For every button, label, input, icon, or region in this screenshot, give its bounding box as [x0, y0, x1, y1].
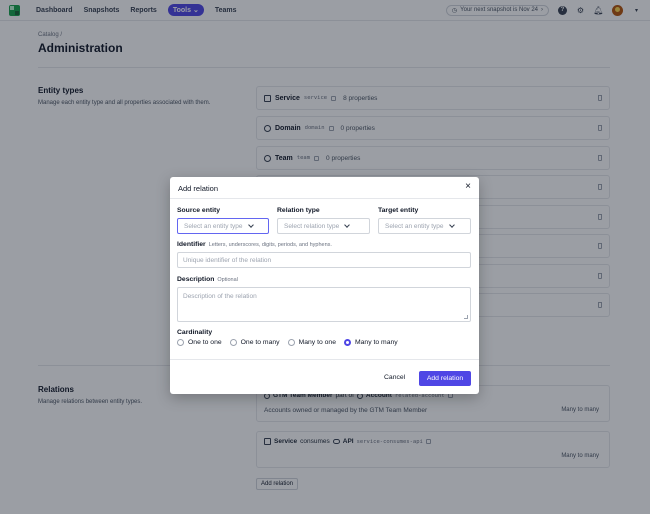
identifier-input[interactable]: Unique identifier of the relation [177, 252, 471, 268]
cardinality-radio-group: One to one One to many Many to one Many … [177, 339, 398, 346]
identifier-label: Identifier Letters, underscores, digits, … [177, 241, 332, 248]
target-entity-select[interactable]: Select an entity type [378, 218, 471, 234]
description-label-text: Description [177, 276, 215, 283]
radio-label: Many to many [354, 339, 398, 346]
source-entity-select[interactable]: Select an entity type [177, 218, 269, 234]
relation-type-select[interactable]: Select relation type [277, 218, 370, 234]
modal-divider [170, 198, 479, 199]
target-entity-label: Target entity [378, 207, 419, 214]
add-relation-modal: Add relation × Source entity Select an e… [170, 177, 479, 394]
radio-label: One to one [188, 339, 222, 346]
add-relation-submit-button[interactable]: Add relation [419, 371, 471, 386]
identifier-placeholder: Unique identifier of the relation [183, 256, 272, 264]
source-entity-label: Source entity [177, 207, 221, 214]
chevron-down-icon [247, 222, 254, 228]
radio-one-to-many[interactable]: One to many [229, 339, 280, 346]
description-label: Description Optional [177, 276, 238, 283]
cardinality-label: Cardinality [177, 329, 213, 336]
radio-one-to-one[interactable]: One to one [177, 339, 222, 346]
relation-type-placeholder: Select relation type [284, 222, 340, 230]
close-icon[interactable]: × [465, 182, 471, 192]
radio-circle[interactable] [287, 339, 295, 346]
resize-handle-icon[interactable] [464, 315, 468, 319]
modal-divider [170, 359, 479, 360]
radio-many-to-one[interactable]: Many to one [287, 339, 336, 346]
target-entity-placeholder: Select an entity type [385, 222, 444, 230]
cancel-button[interactable]: Cancel [384, 374, 405, 381]
radio-circle[interactable] [229, 339, 237, 346]
radio-label: Many to one [298, 339, 336, 346]
description-textarea[interactable]: Description of the relation [177, 287, 471, 322]
radio-many-to-many[interactable]: Many to many [343, 339, 398, 346]
chevron-down-icon [448, 222, 455, 228]
description-placeholder: Description of the relation [183, 293, 257, 300]
description-optional: Optional [217, 277, 238, 283]
radio-circle[interactable] [177, 339, 184, 346]
relation-type-label: Relation type [277, 207, 320, 214]
radio-label: One to many [240, 339, 280, 346]
modal-title: Add relation [178, 184, 219, 193]
identifier-label-text: Identifier [177, 241, 206, 248]
identifier-hint: Letters, underscores, digits, periods, a… [208, 242, 332, 248]
radio-circle-checked[interactable] [343, 339, 351, 346]
chevron-down-icon [344, 222, 351, 228]
source-entity-placeholder: Select an entity type [184, 222, 243, 230]
